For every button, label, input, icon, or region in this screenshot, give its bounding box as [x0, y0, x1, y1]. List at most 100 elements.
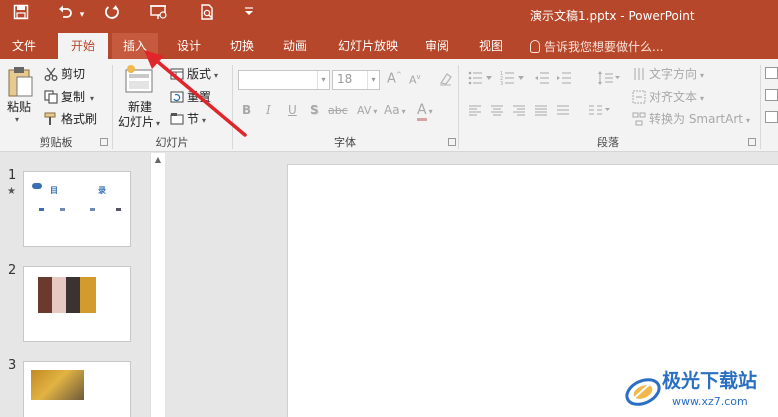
- copy-label: 复制: [61, 90, 86, 104]
- svg-text:3: 3: [500, 81, 503, 86]
- thumbnail-title-right: 录: [98, 186, 106, 195]
- convert-smartart-button[interactable]: 转换为 SmartArt ▾: [632, 110, 750, 127]
- shape-gallery-item[interactable]: [765, 67, 778, 79]
- slide-thumbnail-2[interactable]: [23, 266, 131, 342]
- slide-number: 3: [8, 358, 17, 373]
- line-spacing-icon[interactable]: [597, 70, 621, 89]
- align-left-icon[interactable]: [468, 103, 482, 120]
- group-label-font: 字体: [334, 136, 356, 149]
- tab-home[interactable]: 开始: [58, 33, 108, 59]
- watermark: 极光下载站 www.xz7.com: [620, 362, 778, 417]
- annotation-arrow-icon: [144, 50, 247, 137]
- char-spacing-button[interactable]: AV ▾: [357, 104, 377, 117]
- align-right-icon[interactable]: [512, 103, 526, 120]
- paste-icon[interactable]: [6, 65, 36, 101]
- shadow-button[interactable]: S: [310, 103, 319, 117]
- paste-button-label[interactable]: 粘贴: [7, 98, 31, 115]
- strikethrough-button[interactable]: abc: [328, 104, 348, 117]
- watermark-logo-icon: [625, 378, 661, 406]
- ribbon-home: 粘贴 ▾ 剪切 复制▾ 格式刷 剪贴板 新建 幻灯片▾ 版式▾ 重置 节▾ 幻灯…: [0, 59, 778, 152]
- watermark-url: www.xz7.com: [672, 395, 748, 408]
- text-direction-icon: [632, 67, 646, 81]
- thumbnail-mark: [39, 208, 44, 211]
- slide-thumbnail-1[interactable]: 目 录: [23, 171, 131, 247]
- font-name-dropdown-icon[interactable]: ▾: [317, 71, 329, 89]
- thumbnail-mark: [90, 208, 95, 211]
- text-direction-button[interactable]: 文字方向 ▾: [632, 65, 704, 82]
- cut-label: 剪切: [61, 67, 86, 81]
- distributed-icon[interactable]: [556, 103, 570, 120]
- tell-me-box[interactable]: 告诉我您想要做什么...: [530, 38, 663, 55]
- copy-button[interactable]: 复制 ▾: [44, 88, 94, 105]
- numbering-icon[interactable]: 123: [500, 70, 526, 89]
- format-painter-label: 格式刷: [61, 112, 98, 126]
- text-direction-label: 文字方向: [649, 67, 698, 81]
- font-size-value: 18: [337, 72, 353, 86]
- tab-slideshow[interactable]: 幻灯片放映: [330, 33, 406, 59]
- align-text-label: 对齐文本: [649, 90, 698, 104]
- paragraph-launcher-icon[interactable]: [748, 138, 756, 146]
- slide-thumbnail-3[interactable]: [23, 361, 131, 417]
- copy-icon: [44, 90, 58, 104]
- thumbnail-image: [38, 277, 52, 313]
- copy-dropdown-icon[interactable]: ▾: [90, 94, 94, 103]
- undo-dropdown-icon[interactable]: ▾: [77, 4, 87, 26]
- customize-qat-icon[interactable]: [242, 4, 256, 26]
- group-label-paragraph: 段落: [597, 136, 619, 149]
- clipboard-launcher-icon[interactable]: [100, 138, 108, 146]
- print-preview-icon[interactable]: [196, 4, 218, 26]
- slide-number: 1: [8, 168, 17, 183]
- change-case-button[interactable]: Aa ▾: [384, 103, 406, 117]
- cut-button[interactable]: 剪切: [44, 65, 85, 82]
- group-label-clipboard: 剪贴板: [39, 136, 73, 149]
- undo-icon[interactable]: [55, 4, 75, 26]
- slide-number: 2: [8, 263, 17, 278]
- shrink-font-icon[interactable]: Av: [409, 73, 421, 87]
- align-center-icon[interactable]: [490, 103, 504, 120]
- watermark-title: 极光下载站: [662, 370, 758, 392]
- underline-button[interactable]: U: [288, 103, 297, 117]
- shape-gallery-item[interactable]: [765, 111, 778, 123]
- shape-gallery-item[interactable]: [765, 89, 778, 101]
- format-painter-button[interactable]: 格式刷: [44, 110, 97, 127]
- grow-font-icon[interactable]: A^: [387, 71, 402, 86]
- italic-button[interactable]: I: [266, 103, 271, 117]
- ribbon-tabs: 文件 开始 插入 设计 切换 动画 幻灯片放映 审阅 视图 告诉我您想要做什么.…: [0, 31, 778, 59]
- title-bar: ▾ 演示文稿1.pptx - PowerPoint: [0, 0, 778, 31]
- animation-star-icon: ★: [7, 186, 16, 197]
- save-icon[interactable]: [10, 4, 32, 26]
- justify-icon[interactable]: [534, 103, 548, 120]
- redo-icon[interactable]: [102, 4, 122, 26]
- thumbnail-image: [52, 277, 66, 313]
- thumbnail-image: [80, 277, 96, 313]
- tab-file[interactable]: 文件: [4, 33, 44, 59]
- thumbnails-scrollbar[interactable]: ▲: [150, 153, 165, 417]
- thumbnail-image: [31, 370, 84, 400]
- scroll-up-icon[interactable]: ▲: [153, 155, 163, 165]
- font-size-dropdown-icon[interactable]: ▾: [367, 71, 379, 89]
- columns-icon[interactable]: [588, 103, 612, 120]
- scissors-icon: [44, 67, 58, 81]
- decrease-indent-icon[interactable]: [534, 70, 550, 89]
- increase-indent-icon[interactable]: [556, 70, 572, 89]
- clear-formatting-icon[interactable]: [438, 71, 454, 90]
- group-separator: [760, 65, 761, 149]
- paste-dropdown-icon[interactable]: ▾: [15, 115, 19, 124]
- font-launcher-icon[interactable]: [448, 138, 456, 146]
- present-from-start-icon[interactable]: [148, 4, 170, 26]
- window-title: 演示文稿1.pptx - PowerPoint: [530, 9, 695, 23]
- tab-animations[interactable]: 动画: [274, 33, 316, 59]
- font-color-button[interactable]: A ▾: [417, 102, 433, 121]
- tab-view[interactable]: 视图: [470, 33, 512, 59]
- thumbnail-image: [66, 277, 80, 313]
- thumbnail-mark: [60, 208, 65, 211]
- align-text-button[interactable]: 对齐文本 ▾: [632, 88, 704, 105]
- tab-review[interactable]: 审阅: [416, 33, 458, 59]
- tell-me-placeholder: 告诉我您想要做什么...: [544, 40, 664, 54]
- slide-thumbnails-pane: 1 ★ 目 录 2 3: [0, 153, 165, 417]
- font-size-combo[interactable]: 18 ▾: [332, 70, 380, 90]
- bullets-icon[interactable]: [468, 70, 494, 89]
- paintbrush-icon: [44, 112, 58, 126]
- lightbulb-icon: [530, 40, 540, 53]
- align-text-icon: [632, 90, 646, 104]
